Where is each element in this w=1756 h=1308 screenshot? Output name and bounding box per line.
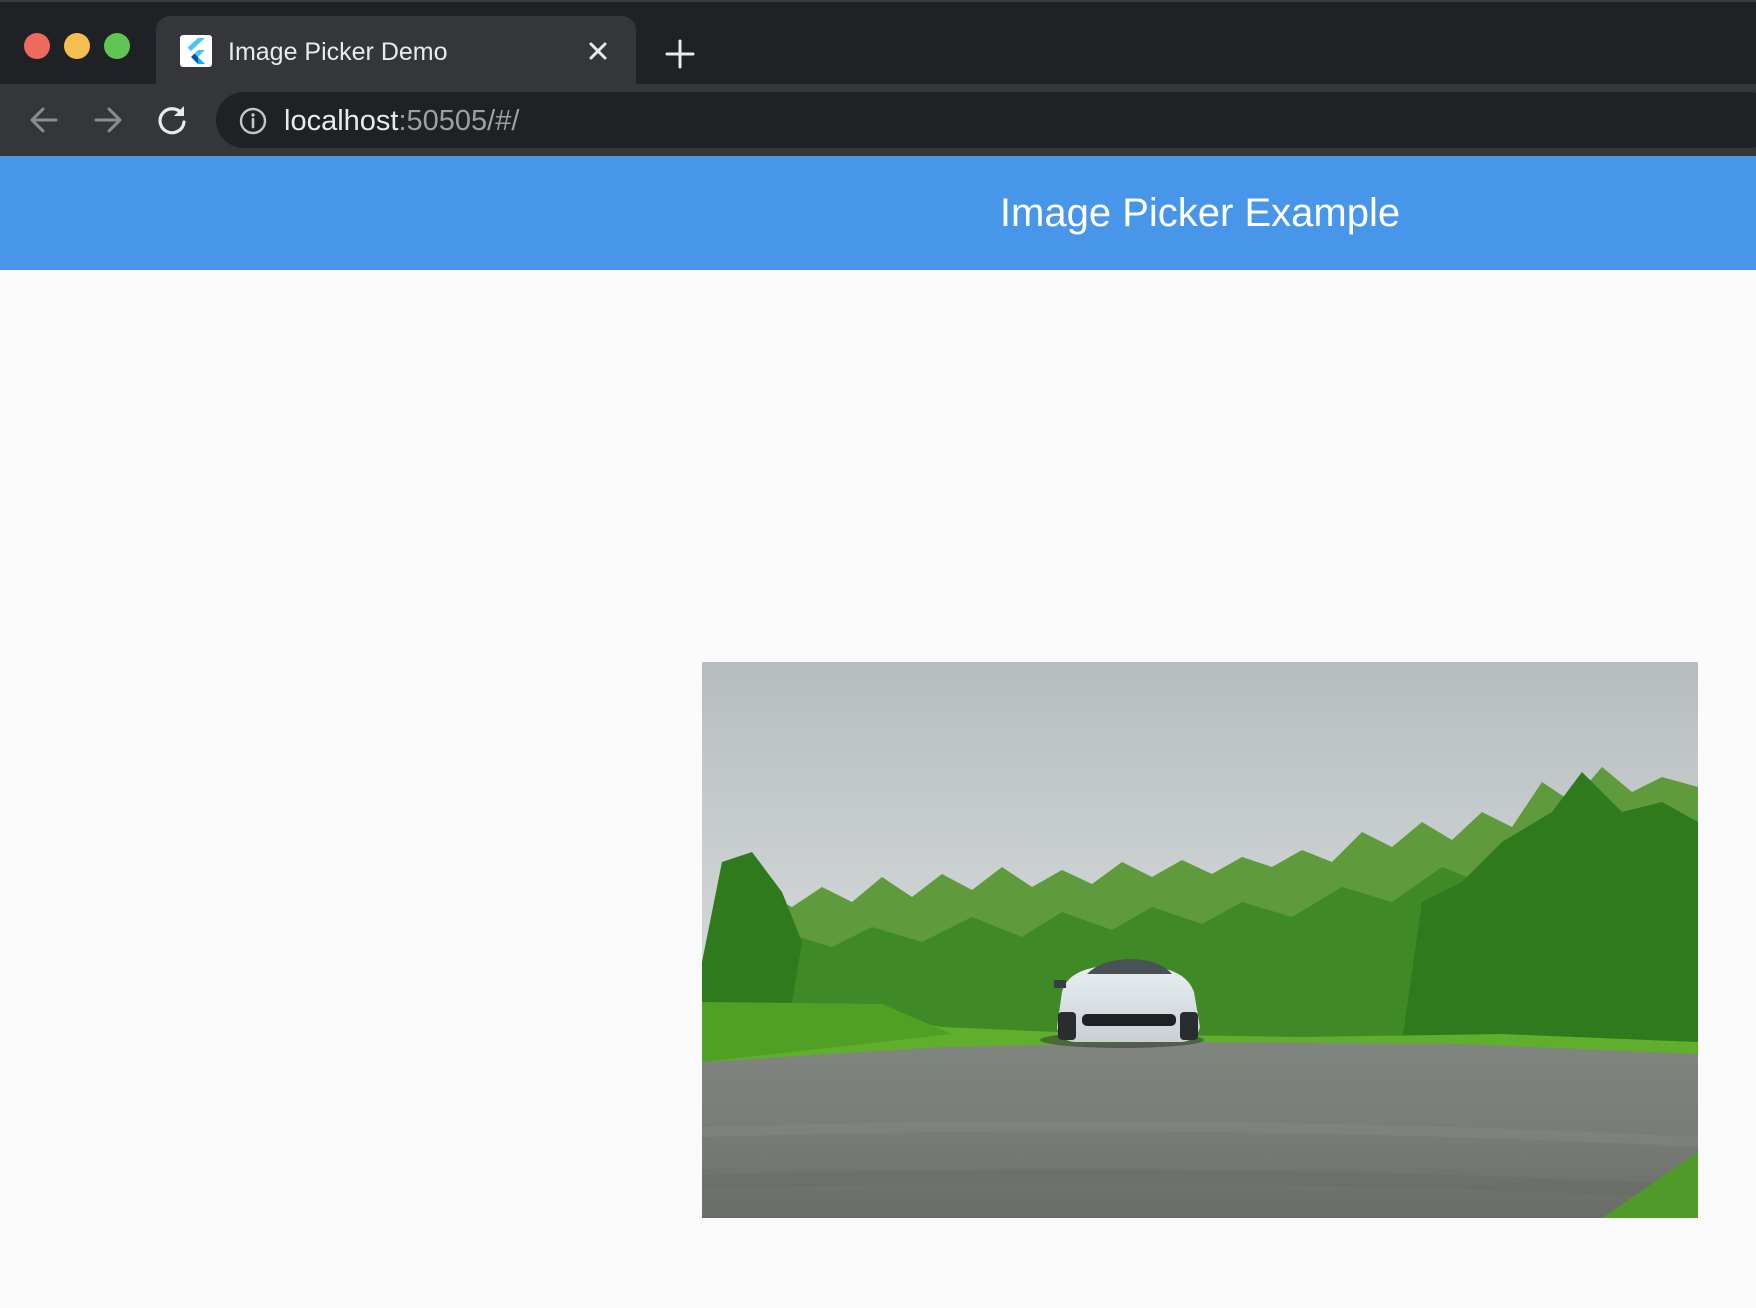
- tab-strip: Image Picker Demo: [0, 0, 1756, 86]
- arrow-left-icon[interactable]: [24, 100, 64, 140]
- browser-window: Image Picker Demo localhost:50505/#/ Ima…: [0, 0, 1756, 1308]
- page-title: Image Picker Example: [999, 191, 1401, 235]
- app-bar: Image Picker Example: [0, 156, 1756, 270]
- window-maximize-button[interactable]: [104, 33, 130, 59]
- reload-icon[interactable]: [152, 100, 192, 140]
- url-text[interactable]: localhost:50505/#/: [284, 104, 519, 138]
- app-bar-title-container: Image Picker Example: [0, 156, 1756, 270]
- browser-tab[interactable]: Image Picker Demo: [156, 16, 636, 86]
- app-content: [0, 270, 1756, 1308]
- window-minimize-button[interactable]: [64, 33, 90, 59]
- browser-toolbar: localhost:50505/#/: [0, 84, 1756, 156]
- picked-image: [702, 662, 1698, 1218]
- info-icon[interactable]: [238, 106, 268, 136]
- url-host: localhost: [284, 105, 399, 137]
- flutter-logo-icon: [180, 35, 212, 67]
- plus-icon[interactable]: [662, 36, 698, 72]
- tab-title: Image Picker Demo: [228, 38, 448, 66]
- arrow-right-icon[interactable]: [88, 100, 128, 140]
- url-path: :50505/#/: [398, 105, 520, 137]
- close-icon[interactable]: [584, 37, 612, 65]
- address-bar[interactable]: localhost:50505/#/: [216, 92, 1756, 148]
- window-close-button[interactable]: [24, 33, 50, 59]
